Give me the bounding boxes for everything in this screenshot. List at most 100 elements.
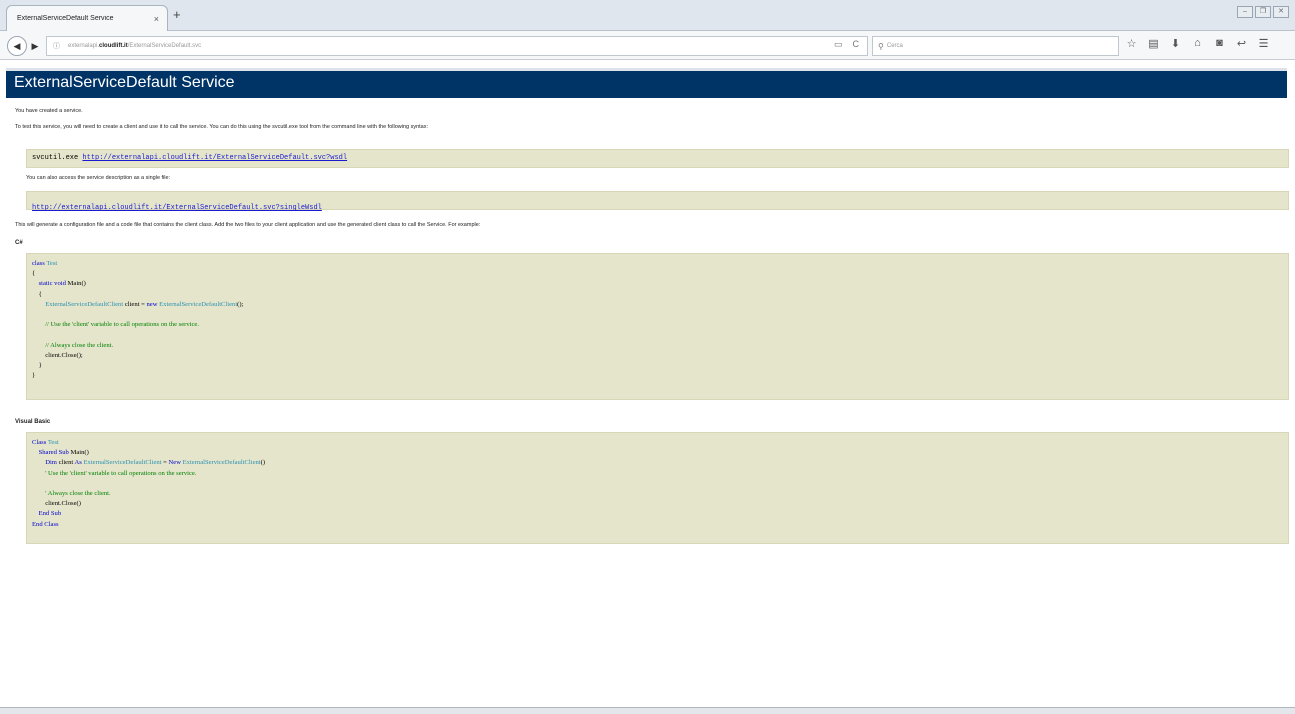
vb-code-token: Sub (58, 449, 69, 457)
csharp-code-token (32, 280, 39, 287)
send-tab-icon[interactable]: ↩ (1232, 37, 1251, 50)
csharp-code-line: // Use the 'client' variable to call ope… (32, 321, 199, 328)
csharp-code-line: class Test (32, 260, 57, 267)
vb-code-line: Shared Sub Main() (32, 449, 89, 456)
vb-code-token: Main() (68, 449, 89, 457)
single-file-text: You can also access the service descript… (26, 175, 171, 181)
vb-code-token: Sub (50, 510, 62, 518)
wsdl-link[interactable]: http://externalapi.cloudlift.it/External… (82, 154, 347, 162)
csharp-code-line: // Always close the client. (32, 342, 113, 349)
vb-code-token (32, 510, 39, 517)
restore-button[interactable]: ❐ (1255, 6, 1271, 18)
window-controls: – ❐ ✕ (1235, 6, 1289, 18)
csharp-code-token: client = (123, 300, 147, 308)
vb-code-token: End (38, 510, 50, 518)
tab-title: ExternalServiceDefault Service (17, 15, 114, 22)
csharp-code-token: ExternalServiceDefaultClient (45, 300, 124, 308)
csharp-code-line: { (32, 291, 42, 298)
csharp-code-box: class Test { static void Main() { Extern… (26, 253, 1289, 400)
csharp-code-token: (); (237, 300, 244, 308)
info-icon[interactable]: ⓘ (53, 41, 60, 51)
vb-code-token (32, 470, 45, 477)
close-window-button[interactable]: ✕ (1273, 6, 1289, 18)
search-placeholder: Cerca (886, 43, 903, 49)
csharp-heading: C# (15, 240, 23, 246)
vb-code-token: ' Use the 'client' variable to call oper… (45, 469, 197, 477)
csharp-code: class Test { static void Main() { Extern… (32, 259, 243, 381)
intro-created: You have created a service. (15, 108, 83, 114)
vb-code-line: Dim client As ExternalServiceDefaultClie… (32, 459, 265, 466)
reader-view-icon[interactable]: ▭ (834, 39, 843, 50)
vb-code-token: ExternalServiceDefaultClient (182, 459, 261, 467)
csharp-code-line: { (32, 270, 35, 277)
new-tab-button[interactable]: + (173, 7, 181, 22)
forward-button[interactable]: ▶ (29, 39, 41, 53)
csharp-code-token: new (146, 300, 158, 308)
menu-icon[interactable]: ☰ (1254, 37, 1273, 50)
bookmark-star-icon[interactable]: ☆ (1122, 37, 1141, 50)
reload-icon[interactable]: C (853, 39, 860, 50)
url-text[interactable]: externalapi.cloudlift.it/ExternalService… (68, 43, 201, 49)
vb-code: Class Test Shared Sub Main() Dim client … (32, 438, 265, 530)
page-title: ExternalServiceDefault Service (14, 74, 235, 91)
csharp-code-token (32, 321, 45, 328)
vb-code-token: Test (47, 439, 59, 446)
url-actions: ▭ C (824, 39, 859, 50)
csharp-code-token (32, 342, 45, 349)
vb-code-token: ExternalServiceDefaultClient (83, 459, 162, 467)
browser-tab[interactable]: ExternalServiceDefault Service × (6, 5, 168, 31)
vb-code-token: Dim (45, 459, 57, 467)
back-button[interactable]: ◀ (7, 36, 27, 56)
url-bar[interactable]: ⓘ externalapi.cloudlift.it/ExternalServi… (46, 36, 868, 56)
vb-code-token (32, 449, 39, 456)
vb-code-token: End (32, 520, 43, 528)
svcutil-command: svcutil.exe http://externalapi.cloudlift… (32, 154, 348, 162)
csharp-code-token: } (32, 372, 36, 380)
csharp-code-token: } (32, 362, 42, 370)
vb-code-line: End Class (32, 521, 59, 528)
csharp-code-token: Main() (65, 280, 86, 288)
csharp-code-line: } (32, 372, 35, 379)
csharp-code-token (32, 301, 45, 308)
downloads-icon[interactable]: ⬇ (1166, 37, 1185, 50)
csharp-code-token: ExternalServiceDefaultClient (159, 300, 238, 308)
vb-code-token: client (56, 459, 75, 467)
vb-code-token: Class (32, 439, 47, 446)
vb-code-line: ' Use the 'client' variable to call oper… (32, 469, 197, 477)
vb-code-line: Class Test (32, 439, 59, 446)
vb-code-token (32, 490, 45, 497)
vb-code-token: Class (44, 520, 59, 528)
vb-code-token: Shared (38, 449, 57, 457)
single-wsdl-link[interactable]: http://externalapi.cloudlift.it/External… (32, 204, 322, 212)
csharp-code-line: } (32, 362, 42, 369)
toolbar-icons: ☆ ▤ ⬇ ⌂ ◙ ↩ ☰ (1122, 37, 1276, 50)
minimize-button[interactable]: – (1237, 6, 1253, 18)
generate-text: This will generate a configuration file … (15, 222, 481, 228)
vb-code-token (32, 459, 45, 466)
vb-code-line: client.Close() (32, 500, 81, 507)
pocket-icon[interactable]: ◙ (1210, 37, 1229, 50)
csharp-code-token: Test (46, 260, 58, 267)
vb-code-box: Class Test Shared Sub Main() Dim client … (26, 432, 1289, 544)
csharp-code-token: static (38, 280, 53, 288)
vb-code-line: ' Always close the client. (32, 490, 111, 498)
csharp-code-token: { (32, 270, 36, 278)
close-tab-icon[interactable]: × (154, 14, 159, 24)
back-forward-group: ◀ ▶ (7, 36, 41, 56)
csharp-code-token: // Always close the client. (45, 341, 114, 349)
vb-code-token: () (260, 459, 266, 467)
tab-strip: ExternalServiceDefault Service × + – ❐ ✕ (0, 0, 1295, 31)
single-wsdl-wrapper: http://externalapi.cloudlift.it/External… (32, 196, 322, 214)
vb-heading: Visual Basic (15, 419, 51, 425)
vb-code-token: ' Always close the client. (45, 490, 111, 498)
search-icon: ⚲ (878, 41, 884, 51)
vb-code-token: As (74, 459, 82, 467)
csharp-code-line: static void Main() (32, 280, 86, 287)
bookmarks-list-icon[interactable]: ▤ (1144, 37, 1163, 50)
vb-code-token: client.Close() (32, 500, 81, 508)
home-icon[interactable]: ⌂ (1188, 37, 1207, 50)
intro-test: To test this service, you will need to c… (15, 124, 429, 130)
search-bar[interactable]: ⚲ Cerca (872, 36, 1119, 56)
nav-toolbar: ◀ ▶ ⓘ externalapi.cloudlift.it/ExternalS… (0, 31, 1295, 60)
page-content: ExternalServiceDefault Service You have … (0, 60, 1295, 707)
